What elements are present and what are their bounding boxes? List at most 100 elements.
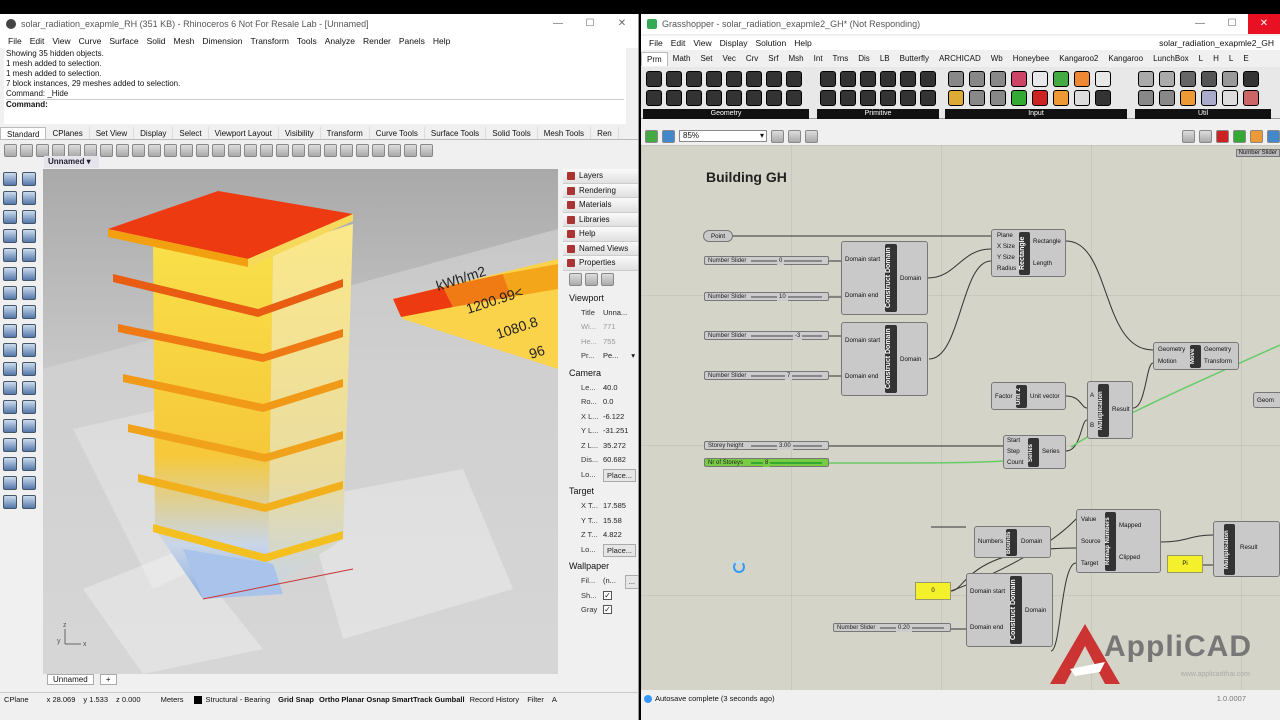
param-icon[interactable]: [766, 71, 782, 87]
zoom-window-icon[interactable]: [180, 143, 193, 157]
zoom-selected-icon[interactable]: [212, 143, 225, 157]
help-icon[interactable]: [420, 143, 433, 157]
tab-select[interactable]: Select: [173, 127, 209, 139]
menu-dimension[interactable]: Dimension: [198, 36, 246, 46]
util-icon[interactable]: [1159, 90, 1175, 106]
fillet-tool-icon[interactable]: [22, 229, 36, 243]
ellipse-tool-icon[interactable]: [3, 229, 17, 243]
gh-menu-help[interactable]: Help: [790, 38, 815, 48]
polygon-tool-icon[interactable]: [22, 248, 36, 262]
projection-select[interactable]: Pr... Pe... ▾: [563, 349, 638, 364]
render-tool-icon[interactable]: [22, 457, 36, 471]
input-icon[interactable]: [1011, 71, 1027, 87]
add-viewport-icon[interactable]: +: [99, 674, 117, 685]
prop-row[interactable]: Y T... 15.58: [563, 514, 638, 529]
zoom-extents-icon[interactable]: [196, 143, 209, 157]
panel-properties[interactable]: Properties: [563, 256, 638, 271]
viewport-icon[interactable]: [585, 272, 598, 286]
trim-tool-icon[interactable]: [22, 343, 36, 357]
tab-cplanes[interactable]: CPlanes: [46, 127, 90, 139]
prop-row[interactable]: X T... 17.585: [563, 499, 638, 514]
menu-view[interactable]: View: [48, 36, 74, 46]
boolean-tool-icon[interactable]: [22, 305, 36, 319]
input-icon[interactable]: [1095, 90, 1111, 106]
material-icon[interactable]: [372, 143, 385, 157]
param-icon[interactable]: [726, 90, 742, 106]
util-icon[interactable]: [1159, 71, 1175, 87]
param-icon[interactable]: [726, 71, 742, 87]
gh-tab-archicad[interactable]: ARCHICAD: [934, 52, 986, 66]
param-icon[interactable]: [666, 90, 682, 106]
shaded-icon[interactable]: [276, 143, 289, 157]
bounds-component[interactable]: Numbers Bounds Domain: [974, 526, 1051, 558]
gh-tab-butterfly[interactable]: Butterfly: [895, 52, 934, 66]
gh-tab-surface[interactable]: Srf: [763, 52, 783, 66]
panel-rendering[interactable]: Rendering: [563, 183, 638, 198]
util-icon[interactable]: [1180, 71, 1196, 87]
place-camera-button[interactable]: Place...: [603, 468, 637, 482]
command-prompt[interactable]: Command:: [6, 99, 624, 110]
light-icon[interactable]: [308, 143, 321, 157]
mesh-tool-icon[interactable]: [3, 305, 17, 319]
ortho-toggle[interactable]: Ortho: [318, 695, 340, 704]
rectangle-component[interactable]: Plane X Size Y Size Radius Rectangle Rectan…: [991, 229, 1066, 277]
param-icon[interactable]: [786, 71, 802, 87]
menu-mesh[interactable]: Mesh: [170, 36, 199, 46]
param-icon[interactable]: [860, 71, 876, 87]
menu-render[interactable]: Render: [359, 36, 395, 46]
menu-edit[interactable]: Edit: [26, 36, 49, 46]
mirror-tool-icon[interactable]: [22, 381, 36, 395]
gh-menu-file[interactable]: File: [645, 38, 667, 48]
gh-tab-mesh[interactable]: Msh: [784, 52, 809, 66]
menu-analyze[interactable]: Analyze: [321, 36, 359, 46]
zoom-select[interactable]: 85% ▾: [679, 130, 767, 142]
param-icon[interactable]: [646, 71, 662, 87]
preview-mesh-icon[interactable]: [1250, 129, 1263, 143]
gh-tab-display[interactable]: Dis: [853, 52, 875, 66]
param-icon[interactable]: [920, 90, 936, 106]
gh-menu-solution[interactable]: Solution: [752, 38, 791, 48]
gh-tab-curve[interactable]: Crv: [741, 52, 763, 66]
menu-curve[interactable]: Curve: [75, 36, 106, 46]
util-icon[interactable]: [1138, 90, 1154, 106]
camera-tool-icon[interactable]: [3, 476, 17, 490]
panel-libraries[interactable]: Libraries: [563, 212, 638, 227]
gh-menu-view[interactable]: View: [689, 38, 715, 48]
save-icon[interactable]: [36, 143, 49, 157]
zoom-extents-icon[interactable]: [771, 129, 784, 143]
param-icon[interactable]: [920, 71, 936, 87]
multiplication-2[interactable]: Multiplication Result: [1213, 521, 1280, 577]
series-component[interactable]: Start Step Count Series Series: [1003, 435, 1066, 469]
open-file-icon[interactable]: [645, 129, 658, 143]
circle-tool-icon[interactable]: [3, 210, 17, 224]
tab-mesh-tools[interactable]: Mesh Tools: [538, 127, 592, 139]
input-icon[interactable]: [1032, 71, 1048, 87]
number-slider[interactable]: Number Slider 0: [704, 256, 829, 265]
util-icon[interactable]: [1222, 90, 1238, 106]
gh-tab-e[interactable]: E: [1238, 52, 1253, 66]
surface-tool-icon[interactable]: [3, 267, 17, 281]
util-icon[interactable]: [1180, 90, 1196, 106]
param-icon[interactable]: [820, 71, 836, 87]
gh-tab-h[interactable]: H: [1208, 52, 1224, 66]
smarttrack-toggle[interactable]: SmartTrack: [391, 695, 434, 704]
gh-tab-l[interactable]: L: [1194, 52, 1208, 66]
panel-named-views[interactable]: Named Views: [563, 241, 638, 256]
tab-standard[interactable]: Standard: [0, 127, 47, 139]
preview-eye-icon[interactable]: [788, 129, 801, 143]
number-slider[interactable]: Number Slider 0.20: [833, 623, 951, 632]
preview-solid-icon[interactable]: [1233, 129, 1246, 143]
sphere-preview-icon[interactable]: [1267, 129, 1280, 143]
tab-render[interactable]: Ren: [591, 127, 619, 139]
param-icon[interactable]: [860, 90, 876, 106]
gray-checkbox[interactable]: ✓: [603, 605, 612, 614]
options-icon[interactable]: [404, 143, 417, 157]
tab-set-view[interactable]: Set View: [90, 127, 135, 139]
param-icon[interactable]: [646, 90, 662, 106]
print-icon[interactable]: [52, 143, 65, 157]
gh-menu-display[interactable]: Display: [716, 38, 752, 48]
prop-row[interactable]: Le... 40.0: [563, 381, 638, 396]
panel-materials[interactable]: Materials: [563, 198, 638, 213]
planar-toggle[interactable]: Planar: [340, 695, 365, 704]
maximize-icon[interactable]: ☐: [1216, 14, 1248, 34]
